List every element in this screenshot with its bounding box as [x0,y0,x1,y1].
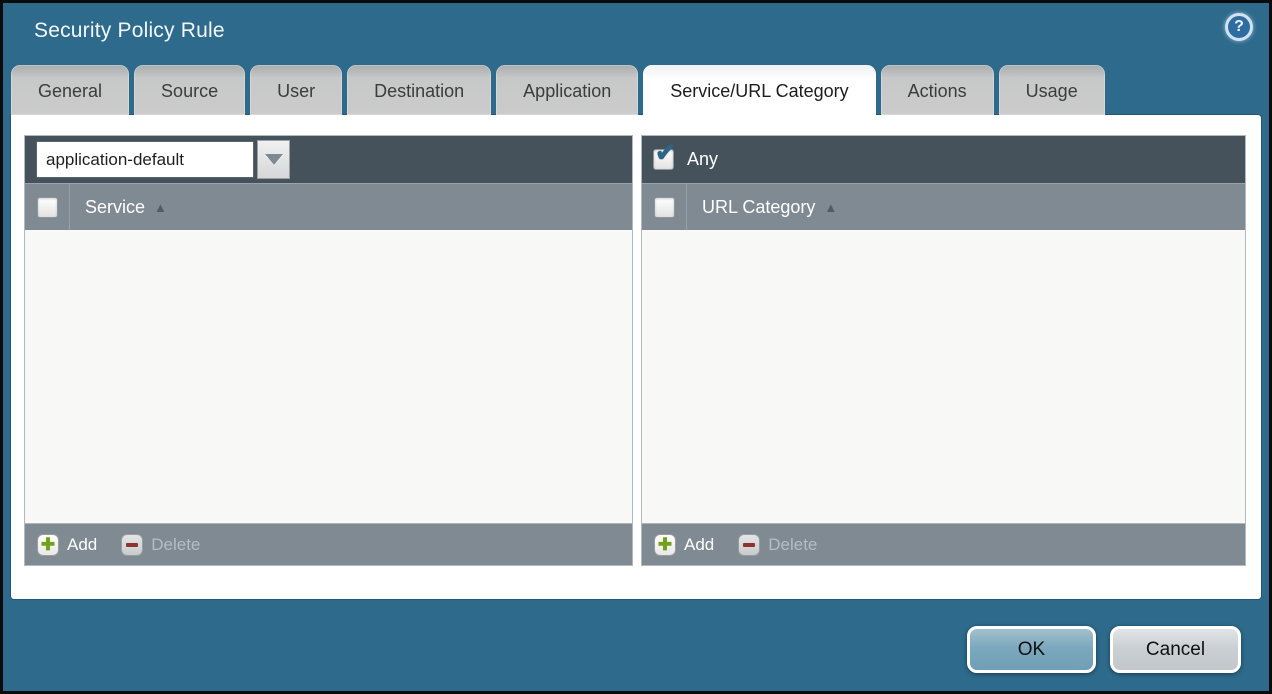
ok-button[interactable]: OK [967,626,1096,673]
tab-service-url-category[interactable]: Service/URL Category [643,65,875,115]
service-delete-button[interactable]: Delete [121,534,200,556]
service-panel-footer: ✚ Add Delete [25,523,632,565]
checkmark-icon: ✔ [655,141,676,166]
service-column-header[interactable]: Service [85,197,145,218]
tab-bar: General Source User Destination Applicat… [11,65,1105,115]
delete-minus-icon [121,534,143,556]
sort-ascending-icon[interactable]: ▲ [154,200,167,215]
url-category-delete-button[interactable]: Delete [738,534,817,556]
url-category-add-button[interactable]: ✚ Add [654,534,714,556]
dialog-title: Security Policy Rule [34,19,225,43]
url-category-panel-toolbar: ✔ Any [642,136,1245,183]
url-category-any-label: Any [687,149,718,170]
service-table-header: Service ▲ [25,183,632,230]
service-add-button[interactable]: ✚ Add [37,534,97,556]
delete-minus-icon [738,534,760,556]
tab-general[interactable]: General [11,65,129,115]
tab-actions[interactable]: Actions [881,65,994,115]
tab-content-area: Service ▲ ✚ Add Delete ✔ [11,115,1261,599]
url-category-table-header: URL Category ▲ [642,183,1245,230]
url-category-table-body[interactable] [642,230,1245,523]
url-category-select-all-cell [642,184,687,230]
dialog-titlebar: Security Policy Rule ? [3,3,1269,65]
tab-destination[interactable]: Destination [347,65,491,115]
add-plus-icon: ✚ [654,534,676,556]
url-category-panel-footer: ✚ Add Delete [642,523,1245,565]
service-panel-toolbar [25,136,632,183]
tab-source[interactable]: Source [134,65,245,115]
url-category-any-checkbox[interactable]: ✔ [653,149,674,170]
add-plus-icon: ✚ [37,534,59,556]
tab-usage[interactable]: Usage [999,65,1105,115]
tab-user[interactable]: User [250,65,342,115]
url-category-select-all-checkbox[interactable] [654,197,675,218]
url-category-column-header[interactable]: URL Category [702,197,815,218]
service-type-dropdown[interactable] [36,140,290,179]
service-type-dropdown-button[interactable] [257,140,290,179]
sort-ascending-icon[interactable]: ▲ [824,200,837,215]
dialog-action-buttons: OK Cancel [967,626,1241,673]
service-type-input[interactable] [36,141,254,178]
tab-application[interactable]: Application [496,65,638,115]
security-policy-rule-dialog: Security Policy Rule ? General Source Us… [0,0,1272,694]
cancel-button[interactable]: Cancel [1110,626,1241,673]
url-category-panel: ✔ Any URL Category ▲ ✚ Add [641,135,1246,566]
service-select-all-cell [25,184,70,230]
help-icon[interactable]: ? [1225,13,1253,41]
service-select-all-checkbox[interactable] [37,197,58,218]
chevron-down-icon [265,154,283,165]
service-panel: Service ▲ ✚ Add Delete [24,135,633,566]
service-table-body[interactable] [25,230,632,523]
